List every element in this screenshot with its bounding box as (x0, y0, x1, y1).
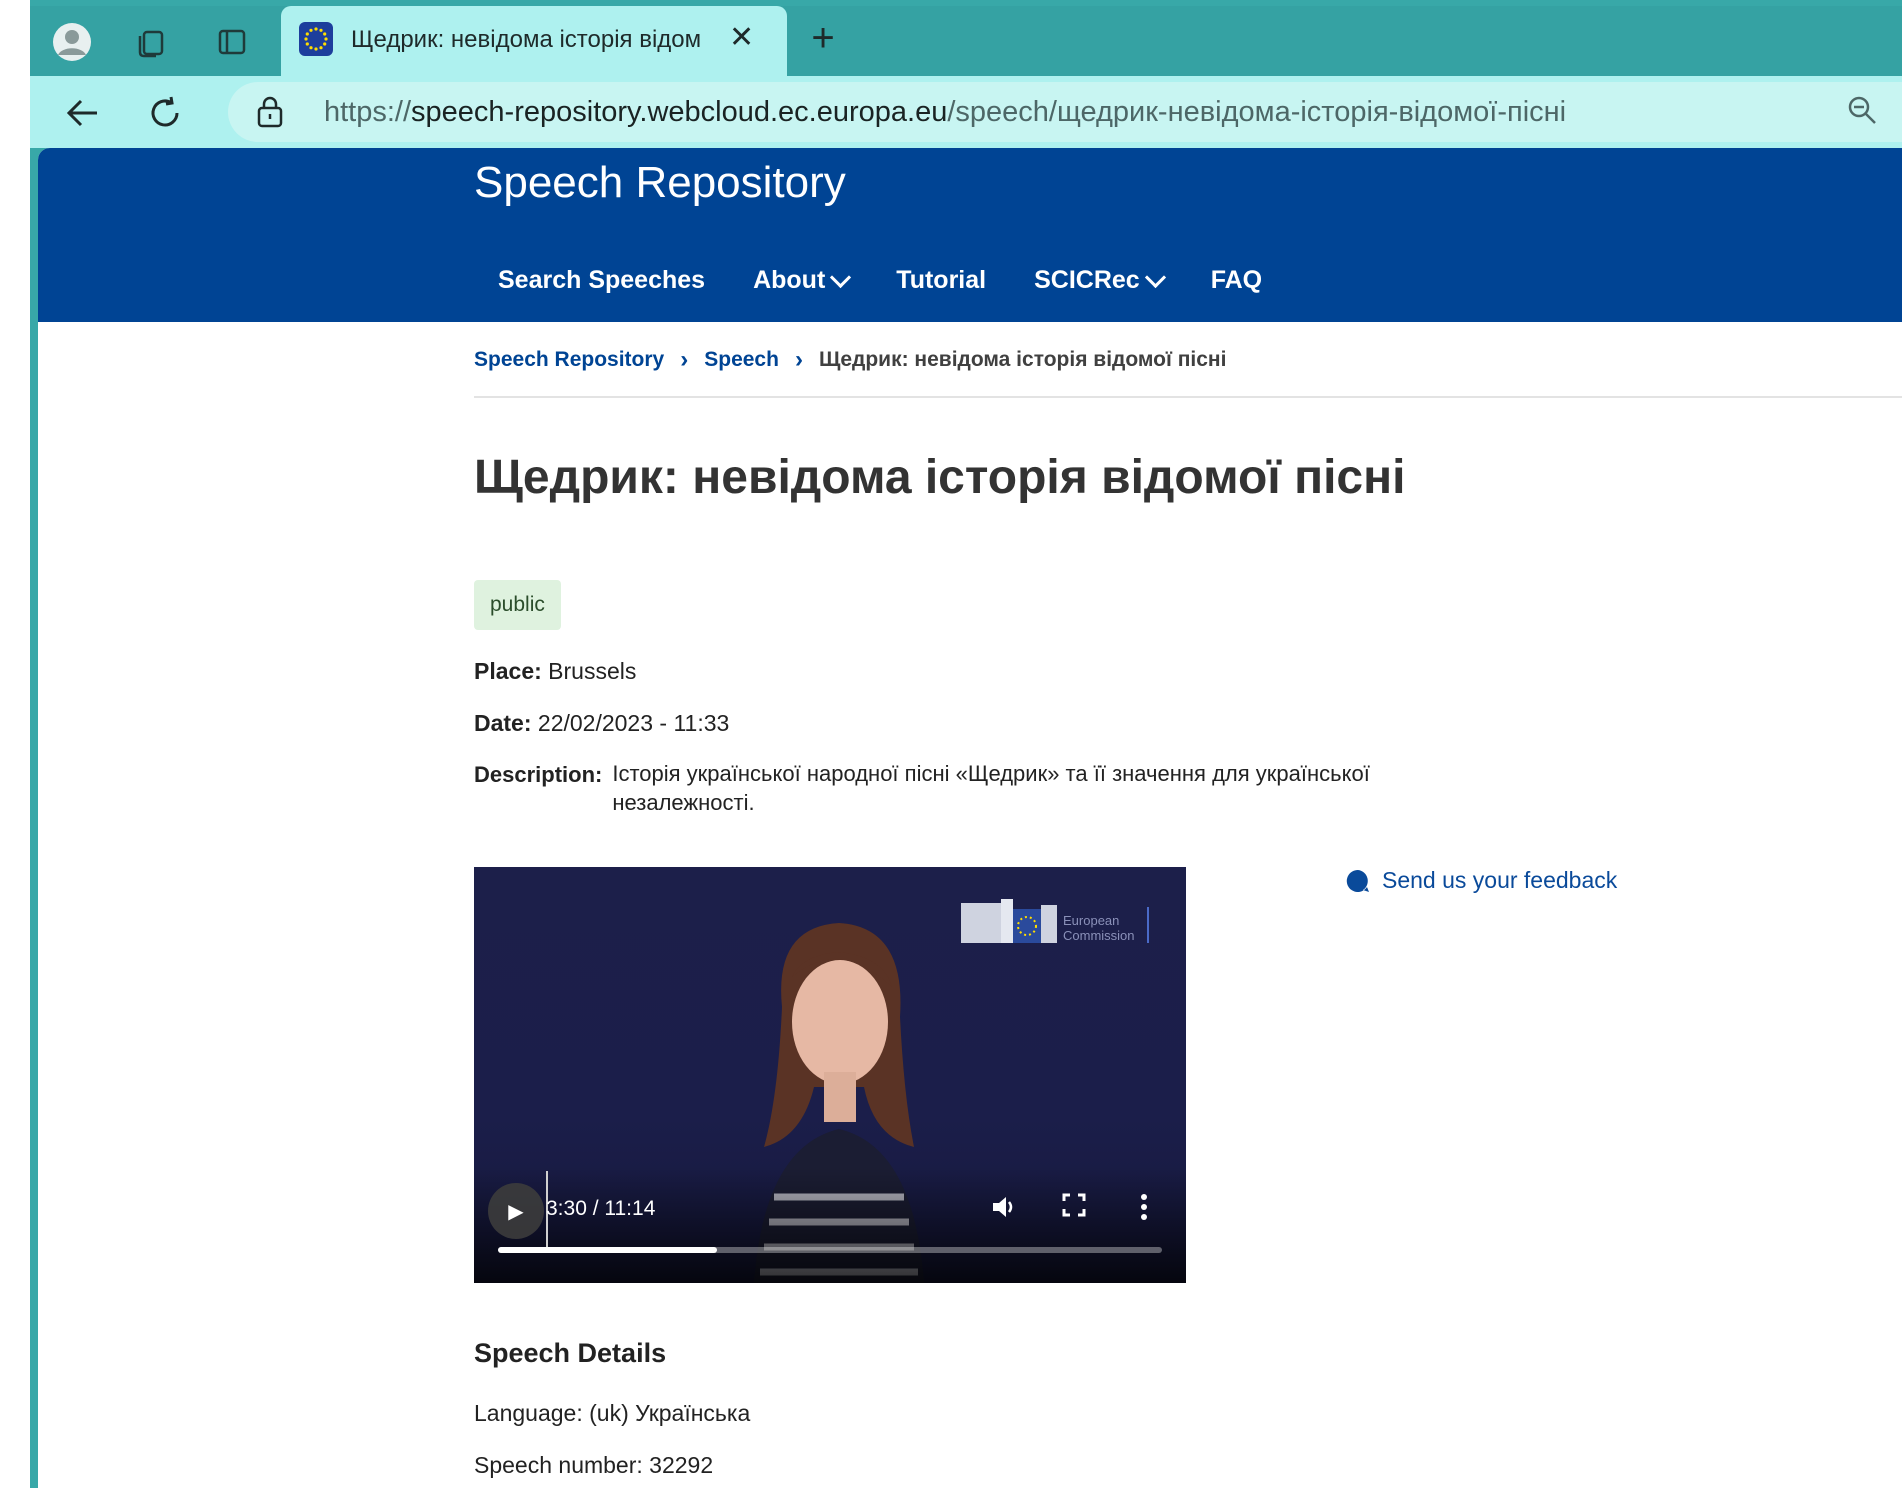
breadcrumb-link-home[interactable]: Speech Repository (474, 348, 664, 372)
nav-tutorial[interactable]: Tutorial (872, 266, 1010, 295)
feedback-link[interactable]: Send us your feedback (1346, 867, 1617, 894)
tab-title: Щедрик: невідома історія відомої пісні (351, 26, 701, 53)
video-progress-fill (498, 1247, 718, 1253)
fullscreen-icon[interactable] (1056, 1193, 1092, 1224)
reload-icon[interactable] (140, 88, 190, 138)
main-nav: Search Speeches About Tutorial SCICRec F… (474, 266, 1286, 295)
european-commission-logo: European Commission (961, 899, 1149, 943)
speech-number-field: Speech number: 32292 (474, 1452, 714, 1478)
nav-search-speeches[interactable]: Search Speeches (474, 266, 729, 295)
play-button[interactable]: ▶ (488, 1183, 544, 1239)
breadcrumb: Speech Repository › Speech › Щедрик: нев… (474, 346, 1226, 374)
address-bar[interactable]: https://speech-repository.webcloud.ec.eu… (228, 82, 1902, 142)
video-time: 3:30 / 11:14 (546, 1197, 656, 1220)
description-field: Description: Історія української народно… (474, 761, 1370, 815)
nav-faq[interactable]: FAQ (1187, 266, 1286, 295)
zoom-out-icon[interactable] (1846, 94, 1878, 131)
date-field: Date: 22/02/2023 - 11:33 (474, 710, 730, 736)
tab-actions-icon[interactable] (212, 22, 252, 62)
more-options-icon[interactable] (1126, 1193, 1162, 1228)
eu-flag-icon (299, 22, 333, 56)
window-edge (0, 0, 30, 1488)
chat-bubble-icon (1346, 869, 1369, 892)
back-arrow-icon[interactable] (58, 88, 108, 138)
breadcrumb-divider (474, 396, 1902, 398)
site-header: Speech Repository Search Speeches About … (38, 148, 1902, 322)
status-badge: public (474, 580, 561, 630)
volume-icon[interactable] (986, 1193, 1022, 1228)
url-text[interactable]: https://speech-repository.webcloud.ec.eu… (324, 96, 1566, 129)
language-field: Language: (uk) Українська (474, 1400, 751, 1426)
active-tab[interactable]: Щедрик: невідома історія відомої пісні ✕ (281, 6, 787, 76)
chevron-down-icon (1144, 266, 1166, 289)
breadcrumb-current: Щедрик: невідома історія відомої пісні (818, 348, 1227, 371)
profile-icon[interactable] (52, 22, 92, 62)
web-page: Speech Repository Search Speeches About … (38, 148, 1902, 1488)
place-field: Place: Brussels (474, 658, 637, 684)
nav-scicrec[interactable]: SCICRec (1010, 266, 1187, 295)
nav-about[interactable]: About (729, 266, 872, 295)
chevron-right-icon: › (680, 346, 689, 373)
browser-toolbar: https://speech-repository.webcloud.ec.eu… (30, 76, 1902, 148)
tab-bar: Щедрик: невідома історія відомої пісні ✕… (30, 6, 1902, 76)
speech-details-heading: Speech Details (474, 1338, 667, 1368)
chevron-down-icon (830, 266, 852, 289)
page-title: Щедрик: невідома історія відомої пісні (474, 451, 1406, 504)
chevron-right-icon: › (794, 346, 803, 373)
breadcrumb-link-speech[interactable]: Speech (704, 348, 779, 372)
lock-icon[interactable] (256, 96, 284, 133)
collections-icon[interactable] (132, 22, 172, 62)
controls-shade (474, 1167, 1186, 1283)
svg-text:European: European (1063, 913, 1119, 928)
svg-text:Commission: Commission (1063, 928, 1135, 943)
site-title[interactable]: Speech Repository (474, 158, 846, 208)
new-tab-button[interactable]: + (798, 16, 848, 61)
close-tab-icon[interactable]: ✕ (729, 20, 754, 55)
video-progress-bar[interactable] (498, 1247, 1162, 1253)
video-player[interactable]: European Commission ▶ 3:30 / 11:14 (474, 867, 1186, 1283)
